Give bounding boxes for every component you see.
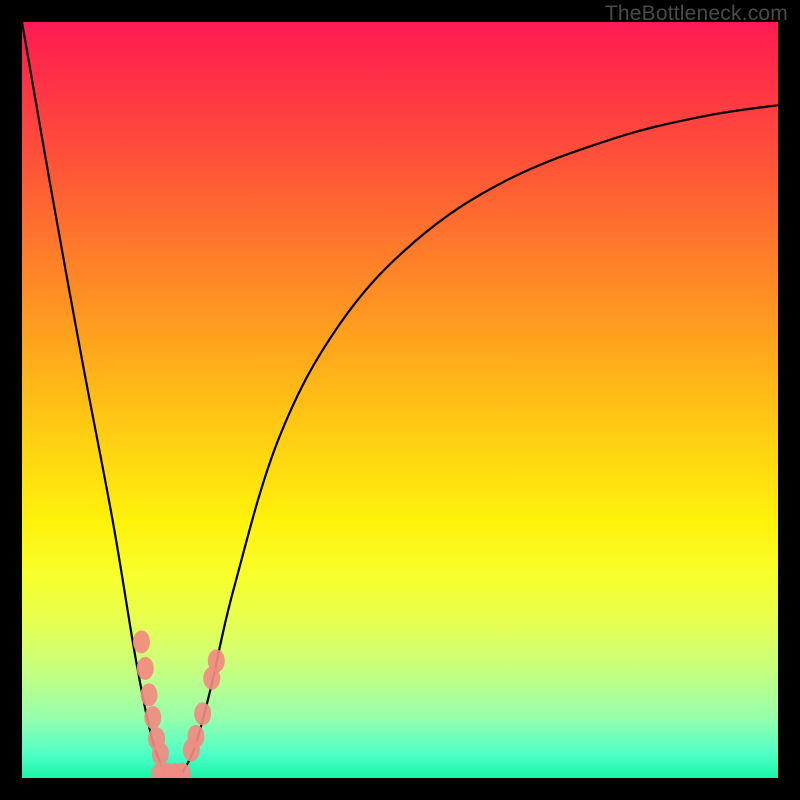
data-marker — [141, 683, 158, 706]
data-marker — [144, 706, 161, 729]
data-marker — [137, 657, 154, 680]
bottleneck-curve — [22, 22, 778, 778]
marker-dots — [133, 630, 225, 778]
bottleneck-curve-path — [22, 22, 778, 778]
data-marker — [194, 702, 211, 725]
data-marker — [152, 742, 169, 765]
data-marker — [187, 725, 204, 748]
watermark-text: TheBottleneck.com — [605, 2, 788, 26]
data-marker — [133, 630, 150, 653]
curve-layer — [22, 22, 778, 778]
plot-area — [22, 22, 778, 778]
data-marker — [208, 649, 225, 672]
chart-frame: TheBottleneck.com — [0, 0, 800, 800]
